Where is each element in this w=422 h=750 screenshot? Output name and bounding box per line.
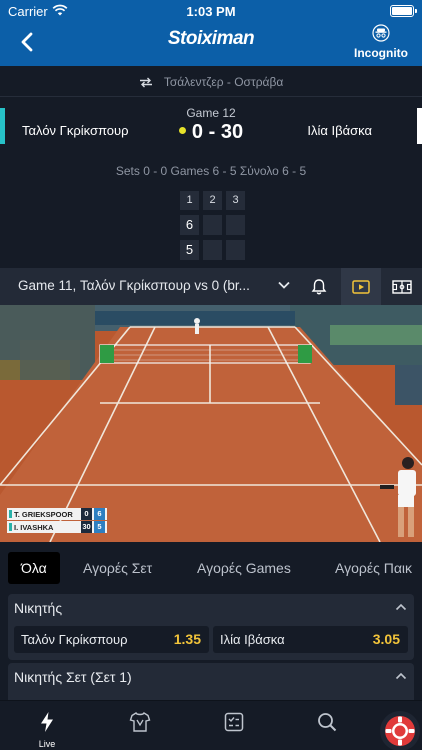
live-video-player[interactable] — [0, 305, 422, 542]
home-set-score — [226, 215, 245, 235]
market-title[interactable]: Νικητής — [14, 600, 62, 616]
nav-live[interactable]: Live — [27, 711, 67, 749]
status-bar: Carrier 1:03 PM — [0, 0, 422, 22]
chevron-down-icon[interactable] — [277, 280, 291, 290]
swap-arrows-icon — [139, 77, 152, 88]
battery-icon — [390, 5, 417, 17]
nav-live-label: Live — [38, 739, 56, 749]
home-set-score — [203, 215, 222, 235]
market-winner: Νικητής Ταλόν Γκρίκσπουρ 1.35 Ιλία Ιβάσκ… — [8, 594, 414, 660]
odds-button-away[interactable]: Ιλία Ιβάσκα 3.05 — [213, 626, 408, 653]
point-score: 0 - 30 — [0, 121, 422, 144]
overlay-games: 30 — [81, 521, 92, 533]
betslip-icon — [224, 712, 244, 732]
home-set-score: 6 — [180, 215, 199, 235]
away-set-score — [226, 240, 245, 260]
selection-odds: 3.05 — [372, 631, 400, 647]
chevron-up-icon[interactable] — [395, 672, 407, 680]
nav-betslip[interactable] — [214, 711, 254, 738]
away-set-score — [203, 240, 222, 260]
overlay-games: 0 — [81, 508, 92, 520]
incognito-button[interactable]: Incognito — [352, 24, 410, 62]
set-header: 3 — [226, 191, 245, 210]
tennis-court-image — [0, 305, 422, 542]
search-icon — [318, 713, 337, 732]
play-video-icon — [352, 280, 370, 294]
overlay-player-name: T. GRIEKSPOOR — [14, 510, 73, 519]
chevron-up-icon[interactable] — [395, 603, 407, 611]
game-label: Game 12 — [186, 106, 236, 120]
away-set-score: 5 — [180, 240, 199, 260]
match-tracker-button[interactable] — [381, 268, 421, 305]
incognito-label: Incognito — [354, 46, 408, 60]
nav-search[interactable] — [307, 711, 347, 738]
incognito-icon — [372, 24, 390, 42]
event-name: Τσάλεντζερ - Οστράβα — [163, 75, 284, 89]
bell-icon — [311, 279, 327, 295]
selection-name: Ιλία Ιβάσκα — [220, 632, 285, 647]
tab-player-markets[interactable]: Αγορές Παικ — [335, 552, 412, 584]
overlay-player-name: I. IVASHKA — [14, 523, 54, 532]
notification-button[interactable] — [299, 268, 339, 305]
market-tabs: Όλα Αγορές Σετ Αγορές Games Αγορές Παικ — [0, 542, 422, 594]
divider — [0, 96, 422, 97]
lightning-icon — [41, 712, 53, 732]
tab-set-markets[interactable]: Αγορές Σετ — [83, 552, 152, 584]
app-header: Carrier 1:03 PM Stoiximan Incognito — [0, 0, 422, 66]
live-stream-button[interactable] — [341, 268, 381, 305]
set-header: 2 — [203, 191, 222, 210]
point-score-value: 0 - 30 — [191, 121, 244, 143]
bottom-navigation: Live — [0, 700, 422, 750]
serve-indicator-icon — [178, 127, 186, 135]
stream-selector[interactable]: Game 11, Ταλόν Γκρίκσπουρ vs 0 (br... — [18, 278, 250, 293]
selection-name: Ταλόν Γκρίκσπουρ — [21, 632, 128, 647]
video-toolbar: Game 11, Ταλόν Γκρίκσπουρ vs 0 (br... — [0, 268, 422, 305]
video-score-overlay: T. GRIEKSPOOR 0 6 I. IVASHKA 30 5 — [7, 508, 107, 534]
casino-chip-icon[interactable] — [376, 707, 422, 750]
clock: 1:03 PM — [186, 4, 236, 19]
jersey-icon — [129, 711, 151, 732]
scoreboard: Τσάλεντζερ - Οστράβα Ταλόν Γκρίκσπουρ Ιλ… — [0, 66, 422, 268]
event-header: Τσάλεντζερ - Οστράβα — [0, 75, 422, 89]
nav-sports[interactable] — [120, 711, 160, 738]
tab-games-markets[interactable]: Αγορές Games — [197, 552, 291, 584]
match-summary: Sets 0 - 0 Games 6 - 5 Σύνολο 6 - 5 — [115, 164, 307, 178]
overlay-row: T. GRIEKSPOOR 0 6 — [7, 508, 107, 520]
pitch-icon — [392, 280, 412, 294]
overlay-points: 6 — [94, 508, 105, 520]
set-header: 1 — [180, 191, 199, 210]
odds-button-home[interactable]: Ταλόν Γκρίκσπουρ 1.35 — [14, 626, 209, 653]
tab-all[interactable]: Όλα — [8, 552, 60, 584]
market-title[interactable]: Νικητής Σετ (Σετ 1) — [14, 669, 132, 685]
overlay-row: I. IVASHKA 30 5 — [7, 521, 107, 533]
overlay-points: 5 — [94, 521, 105, 533]
selection-odds: 1.35 — [173, 631, 201, 647]
